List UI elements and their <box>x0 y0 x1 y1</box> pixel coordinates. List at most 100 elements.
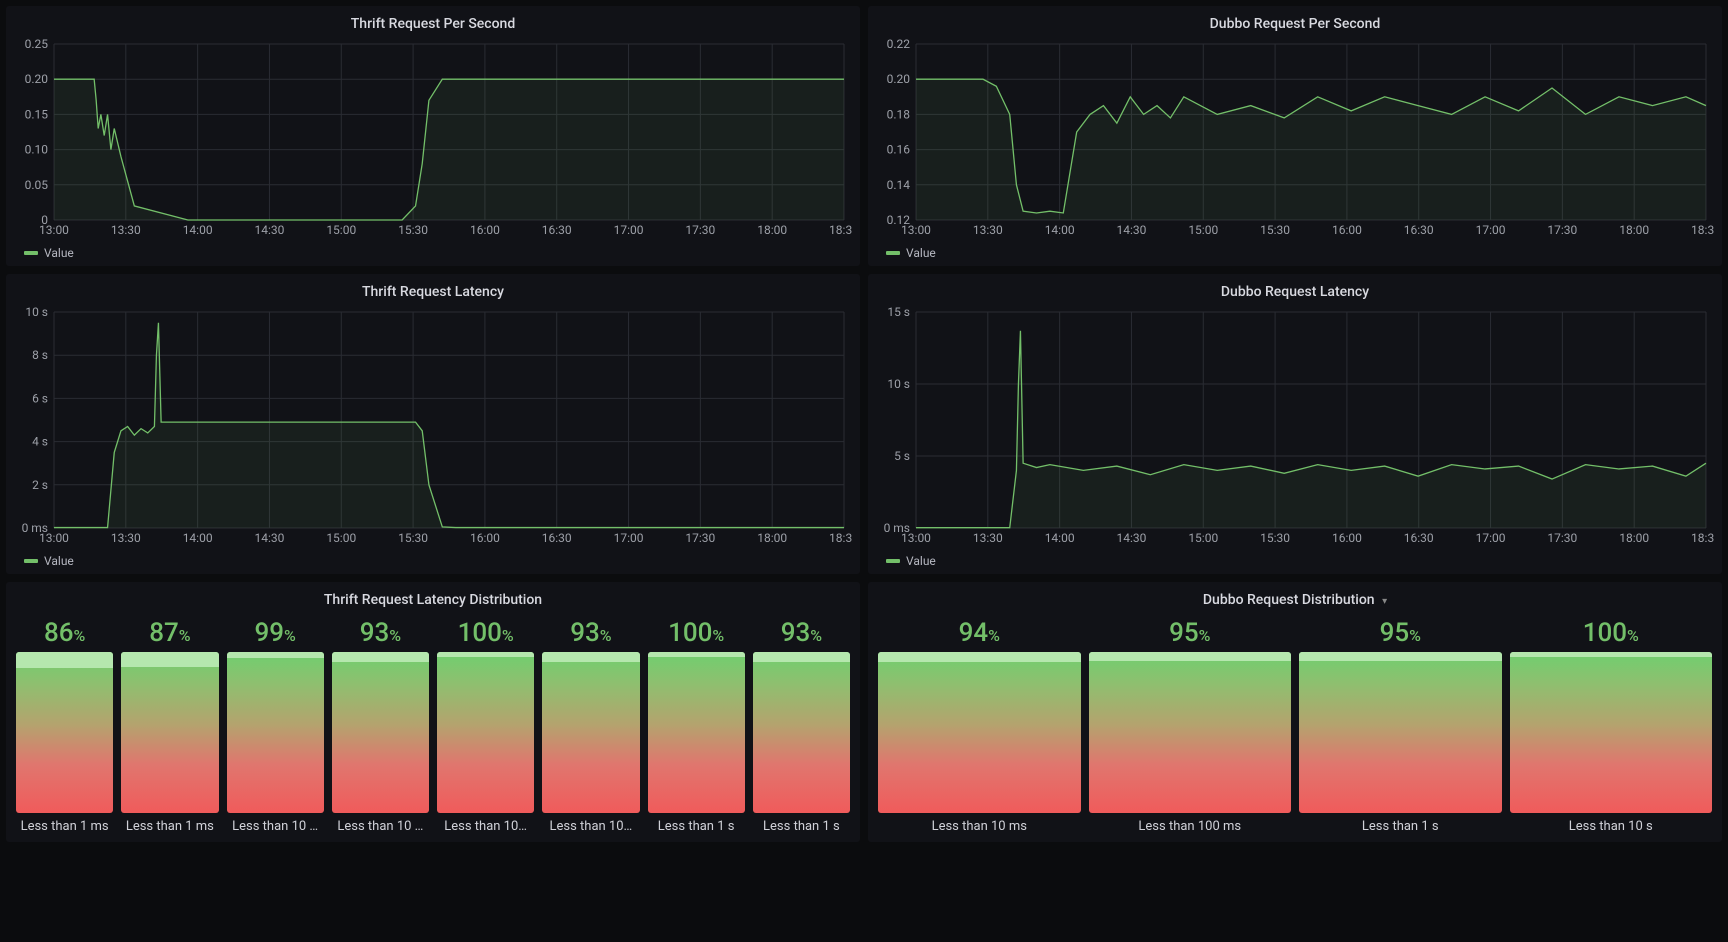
chart-legend[interactable]: Value <box>14 548 852 568</box>
gauge-value: 100% <box>648 618 745 652</box>
legend-label: Value <box>44 246 74 260</box>
chart-area[interactable]: 0 ms2 s4 s6 s8 s10 s13:0013:3014:0014:30… <box>14 306 852 548</box>
gauge-value: 93% <box>542 618 639 652</box>
chart-legend[interactable]: Value <box>14 240 852 260</box>
svg-text:14:30: 14:30 <box>1117 531 1147 545</box>
dashboard-grid: Thrift Request Per Second 00.050.100.150… <box>0 0 1728 942</box>
svg-text:8 s: 8 s <box>32 348 48 362</box>
svg-text:17:00: 17:00 <box>614 531 644 545</box>
gauge-value: 100% <box>437 618 534 652</box>
gauge-label: Less than 1 s <box>648 813 745 834</box>
svg-text:16:30: 16:30 <box>1404 223 1434 237</box>
gauge-item: 99%Less than 10 … <box>227 618 324 834</box>
chart-svg: 00.050.100.150.200.2513:0013:3014:0014:3… <box>14 38 852 240</box>
gauge-label: Less than 10 … <box>227 813 324 834</box>
svg-text:17:00: 17:00 <box>614 223 644 237</box>
svg-text:0.20: 0.20 <box>887 72 911 86</box>
svg-text:17:00: 17:00 <box>1476 223 1506 237</box>
chart-legend[interactable]: Value <box>876 240 1714 260</box>
gauge-value: 86% <box>16 618 113 652</box>
svg-text:13:30: 13:30 <box>111 531 141 545</box>
svg-text:14:30: 14:30 <box>1117 223 1147 237</box>
gauge-item: 86% Less than 1 ms <box>16 618 113 834</box>
gauge-row: 94%Less than 10 ms95%Less than 100 ms95%… <box>876 614 1714 836</box>
chart-area[interactable]: 0.120.140.160.180.200.2213:0013:3014:001… <box>876 38 1714 240</box>
svg-text:18:30: 18:30 <box>829 223 852 237</box>
gauge-label: Less than 1 s <box>753 813 850 834</box>
svg-text:0.25: 0.25 <box>25 38 49 51</box>
svg-text:15:00: 15:00 <box>326 531 356 545</box>
svg-text:0.16: 0.16 <box>887 143 911 157</box>
legend-color-swatch <box>24 559 38 563</box>
panel-dubbo-rps[interactable]: Dubbo Request Per Second 0.120.140.160.1… <box>868 6 1722 266</box>
svg-text:17:30: 17:30 <box>685 223 715 237</box>
svg-text:13:00: 13:00 <box>39 223 69 237</box>
svg-text:13:30: 13:30 <box>973 531 1003 545</box>
gauge-bar <box>1510 652 1713 813</box>
svg-text:10 s: 10 s <box>25 306 48 319</box>
gauge-item: 94%Less than 10 ms <box>878 618 1081 834</box>
svg-text:0.18: 0.18 <box>887 107 911 121</box>
svg-text:0.05: 0.05 <box>25 178 49 192</box>
chart-area[interactable]: 0 ms5 s10 s15 s13:0013:3014:0014:3015:00… <box>876 306 1714 548</box>
svg-text:13:00: 13:00 <box>901 223 931 237</box>
panel-title-text: Dubbo Request Distribution <box>1203 592 1375 608</box>
gauge-item: 100%Less than 10 s <box>1510 618 1713 834</box>
chart-legend[interactable]: Value <box>876 548 1714 568</box>
legend-label: Value <box>44 554 74 568</box>
gauge-item: 100% Less than 1 s <box>648 618 745 834</box>
panel-title: Dubbo Request Latency <box>876 278 1714 306</box>
gauge-label: Less than 1 ms <box>16 813 113 834</box>
svg-text:14:30: 14:30 <box>255 531 285 545</box>
svg-text:15:30: 15:30 <box>398 531 428 545</box>
svg-text:16:00: 16:00 <box>470 223 500 237</box>
gauge-item: 95%Less than 100 ms <box>1089 618 1292 834</box>
gauge-bar <box>648 652 745 813</box>
chart-area[interactable]: 00.050.100.150.200.2513:0013:3014:0014:3… <box>14 38 852 240</box>
gauge-label: Less than 1 s <box>1299 813 1502 834</box>
svg-text:5 s: 5 s <box>894 449 910 463</box>
svg-text:14:00: 14:00 <box>183 223 213 237</box>
svg-text:17:30: 17:30 <box>685 531 715 545</box>
svg-text:15:00: 15:00 <box>1188 223 1218 237</box>
gauge-label: Less than 10 s <box>1510 813 1713 834</box>
chevron-down-icon[interactable]: ▾ <box>1382 596 1387 607</box>
gauge-item: 95%Less than 1 s <box>1299 618 1502 834</box>
gauge-row: 86%Less than 1 ms87%Less than 1 ms99%Les… <box>14 614 852 836</box>
legend-color-swatch <box>24 251 38 255</box>
gauge-bar <box>878 652 1081 813</box>
legend-color-swatch <box>886 251 900 255</box>
panel-thrift-distribution[interactable]: Thrift Request Latency Distribution 86%L… <box>6 582 860 842</box>
panel-thrift-rps[interactable]: Thrift Request Per Second 00.050.100.150… <box>6 6 860 266</box>
svg-text:14:00: 14:00 <box>183 531 213 545</box>
svg-text:13:30: 13:30 <box>973 223 1003 237</box>
gauge-bar <box>332 652 429 813</box>
svg-text:14:00: 14:00 <box>1045 531 1075 545</box>
panel-thrift-latency[interactable]: Thrift Request Latency 0 ms2 s4 s6 s8 s1… <box>6 274 860 574</box>
svg-text:17:00: 17:00 <box>1476 531 1506 545</box>
svg-text:13:30: 13:30 <box>111 223 141 237</box>
svg-text:15:00: 15:00 <box>1188 531 1218 545</box>
svg-text:17:30: 17:30 <box>1547 531 1577 545</box>
svg-text:16:30: 16:30 <box>542 223 572 237</box>
gauge-bar <box>16 652 113 813</box>
gauge-value: 93% <box>753 618 850 652</box>
svg-text:16:00: 16:00 <box>1332 531 1362 545</box>
gauge-value: 94% <box>878 618 1081 652</box>
gauge-bar <box>753 652 850 813</box>
svg-text:2 s: 2 s <box>32 478 48 492</box>
panel-dubbo-distribution[interactable]: Dubbo Request Distribution ▾ 94%Less tha… <box>868 582 1722 842</box>
svg-text:16:00: 16:00 <box>1332 223 1362 237</box>
panel-title: Thrift Request Latency <box>14 278 852 306</box>
gauge-label: Less than 100 ms <box>1089 813 1292 834</box>
svg-text:17:30: 17:30 <box>1547 223 1577 237</box>
svg-text:18:30: 18:30 <box>1691 223 1714 237</box>
panel-dubbo-latency[interactable]: Dubbo Request Latency 0 ms5 s10 s15 s13:… <box>868 274 1722 574</box>
gauge-bar <box>1299 652 1502 813</box>
gauge-bar <box>1089 652 1292 813</box>
svg-text:0.22: 0.22 <box>887 38 911 51</box>
gauge-label: Less than 1 ms <box>121 813 218 834</box>
svg-text:15:30: 15:30 <box>398 223 428 237</box>
svg-text:0.15: 0.15 <box>25 107 49 121</box>
legend-label: Value <box>906 246 936 260</box>
